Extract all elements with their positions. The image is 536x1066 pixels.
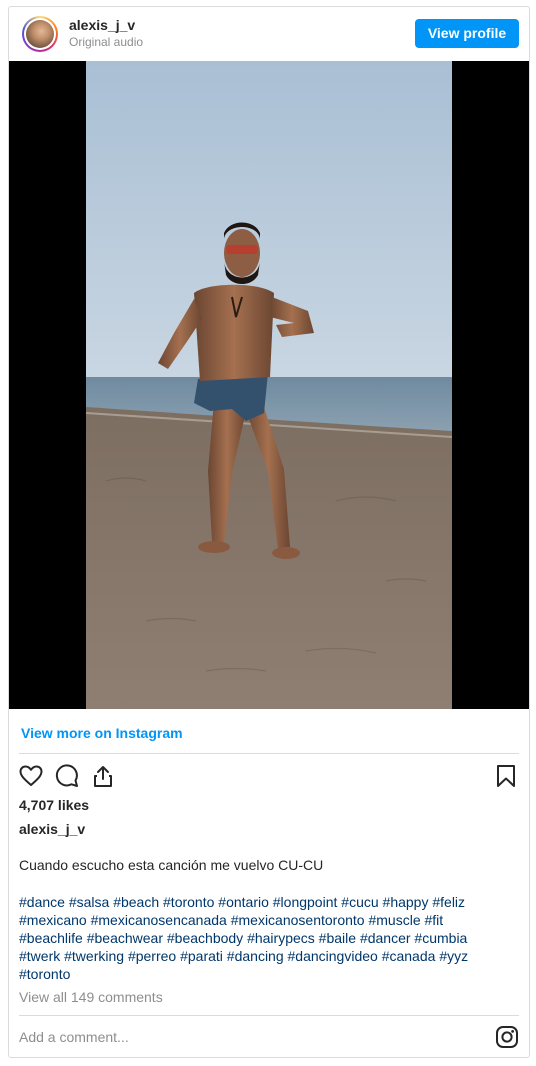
hashtag-link[interactable]: #ontario — [218, 894, 269, 910]
view-all-comments-link[interactable]: View all 149 comments — [19, 989, 163, 1005]
hashtag-link[interactable]: #yyz — [439, 948, 468, 964]
hashtag-link[interactable]: #twerking — [64, 948, 124, 964]
hashtag-link[interactable]: #beachbody — [167, 930, 243, 946]
video-player[interactable] — [9, 61, 529, 709]
hashtag-link[interactable]: #mexicanosentoronto — [231, 912, 365, 928]
hashtag-link[interactable]: #cumbia — [414, 930, 467, 946]
hashtag-link[interactable]: #mexicano — [19, 912, 87, 928]
post-header: alexis_j_v Original audio View profile — [9, 7, 529, 61]
header-username[interactable]: alexis_j_v — [69, 17, 135, 33]
instagram-logo-icon[interactable] — [495, 1025, 519, 1049]
hashtag-link[interactable]: #longpoint — [273, 894, 338, 910]
comment-icon[interactable] — [55, 764, 79, 788]
hashtag-link[interactable]: #hairypecs — [247, 930, 315, 946]
divider — [19, 1015, 519, 1016]
hashtag-link[interactable]: #dancingvideo — [288, 948, 378, 964]
view-more-on-instagram-link[interactable]: View more on Instagram — [21, 725, 183, 741]
hashtag-link[interactable]: #beachwear — [87, 930, 163, 946]
hashtag-link[interactable]: #muscle — [368, 912, 420, 928]
hashtag-link[interactable]: #dance — [19, 894, 65, 910]
divider — [19, 753, 519, 754]
video-scene-image — [86, 61, 452, 709]
hashtag-list: #dance #salsa #beach #toronto #ontario #… — [19, 893, 519, 983]
heart-icon[interactable] — [19, 765, 43, 787]
hashtag-link[interactable]: #dancer — [360, 930, 411, 946]
hashtag-link[interactable]: #cucu — [341, 894, 378, 910]
hashtag-link[interactable]: #dancing — [227, 948, 284, 964]
hashtag-link[interactable]: #beach — [113, 894, 159, 910]
action-bar — [9, 761, 529, 791]
avatar-image — [26, 20, 54, 48]
audio-label[interactable]: Original audio — [69, 35, 143, 49]
video-frame[interactable] — [86, 61, 452, 709]
hashtag-link[interactable]: #canada — [382, 948, 436, 964]
instagram-embed-card: alexis_j_v Original audio View profile V… — [8, 6, 530, 1058]
hashtag-link[interactable]: #happy — [383, 894, 429, 910]
hashtag-link[interactable]: #baile — [319, 930, 356, 946]
caption-text: Cuando escucho esta canción me vuelvo CU… — [19, 857, 324, 873]
hashtag-link[interactable]: #parati — [180, 948, 223, 964]
view-profile-button[interactable]: View profile — [415, 19, 519, 48]
hashtag-link[interactable]: #feliz — [432, 894, 465, 910]
comment-input[interactable]: Add a comment... — [19, 1029, 129, 1045]
hashtag-link[interactable]: #toronto — [19, 966, 70, 982]
hashtag-link[interactable]: #toronto — [163, 894, 214, 910]
comment-bar[interactable]: Add a comment... — [9, 1017, 529, 1057]
hashtag-link[interactable]: #perreo — [128, 948, 176, 964]
hashtag-link[interactable]: #mexicanosencanada — [91, 912, 227, 928]
share-icon[interactable] — [91, 764, 115, 788]
like-count[interactable]: 4,707 likes — [19, 797, 89, 813]
bookmark-icon[interactable] — [495, 764, 517, 788]
hashtag-link[interactable]: #twerk — [19, 948, 60, 964]
hashtag-link[interactable]: #fit — [425, 912, 444, 928]
hashtag-link[interactable]: #beachlife — [19, 930, 83, 946]
hashtag-link[interactable]: #salsa — [69, 894, 109, 910]
avatar[interactable] — [22, 16, 58, 52]
caption-username[interactable]: alexis_j_v — [19, 821, 85, 837]
